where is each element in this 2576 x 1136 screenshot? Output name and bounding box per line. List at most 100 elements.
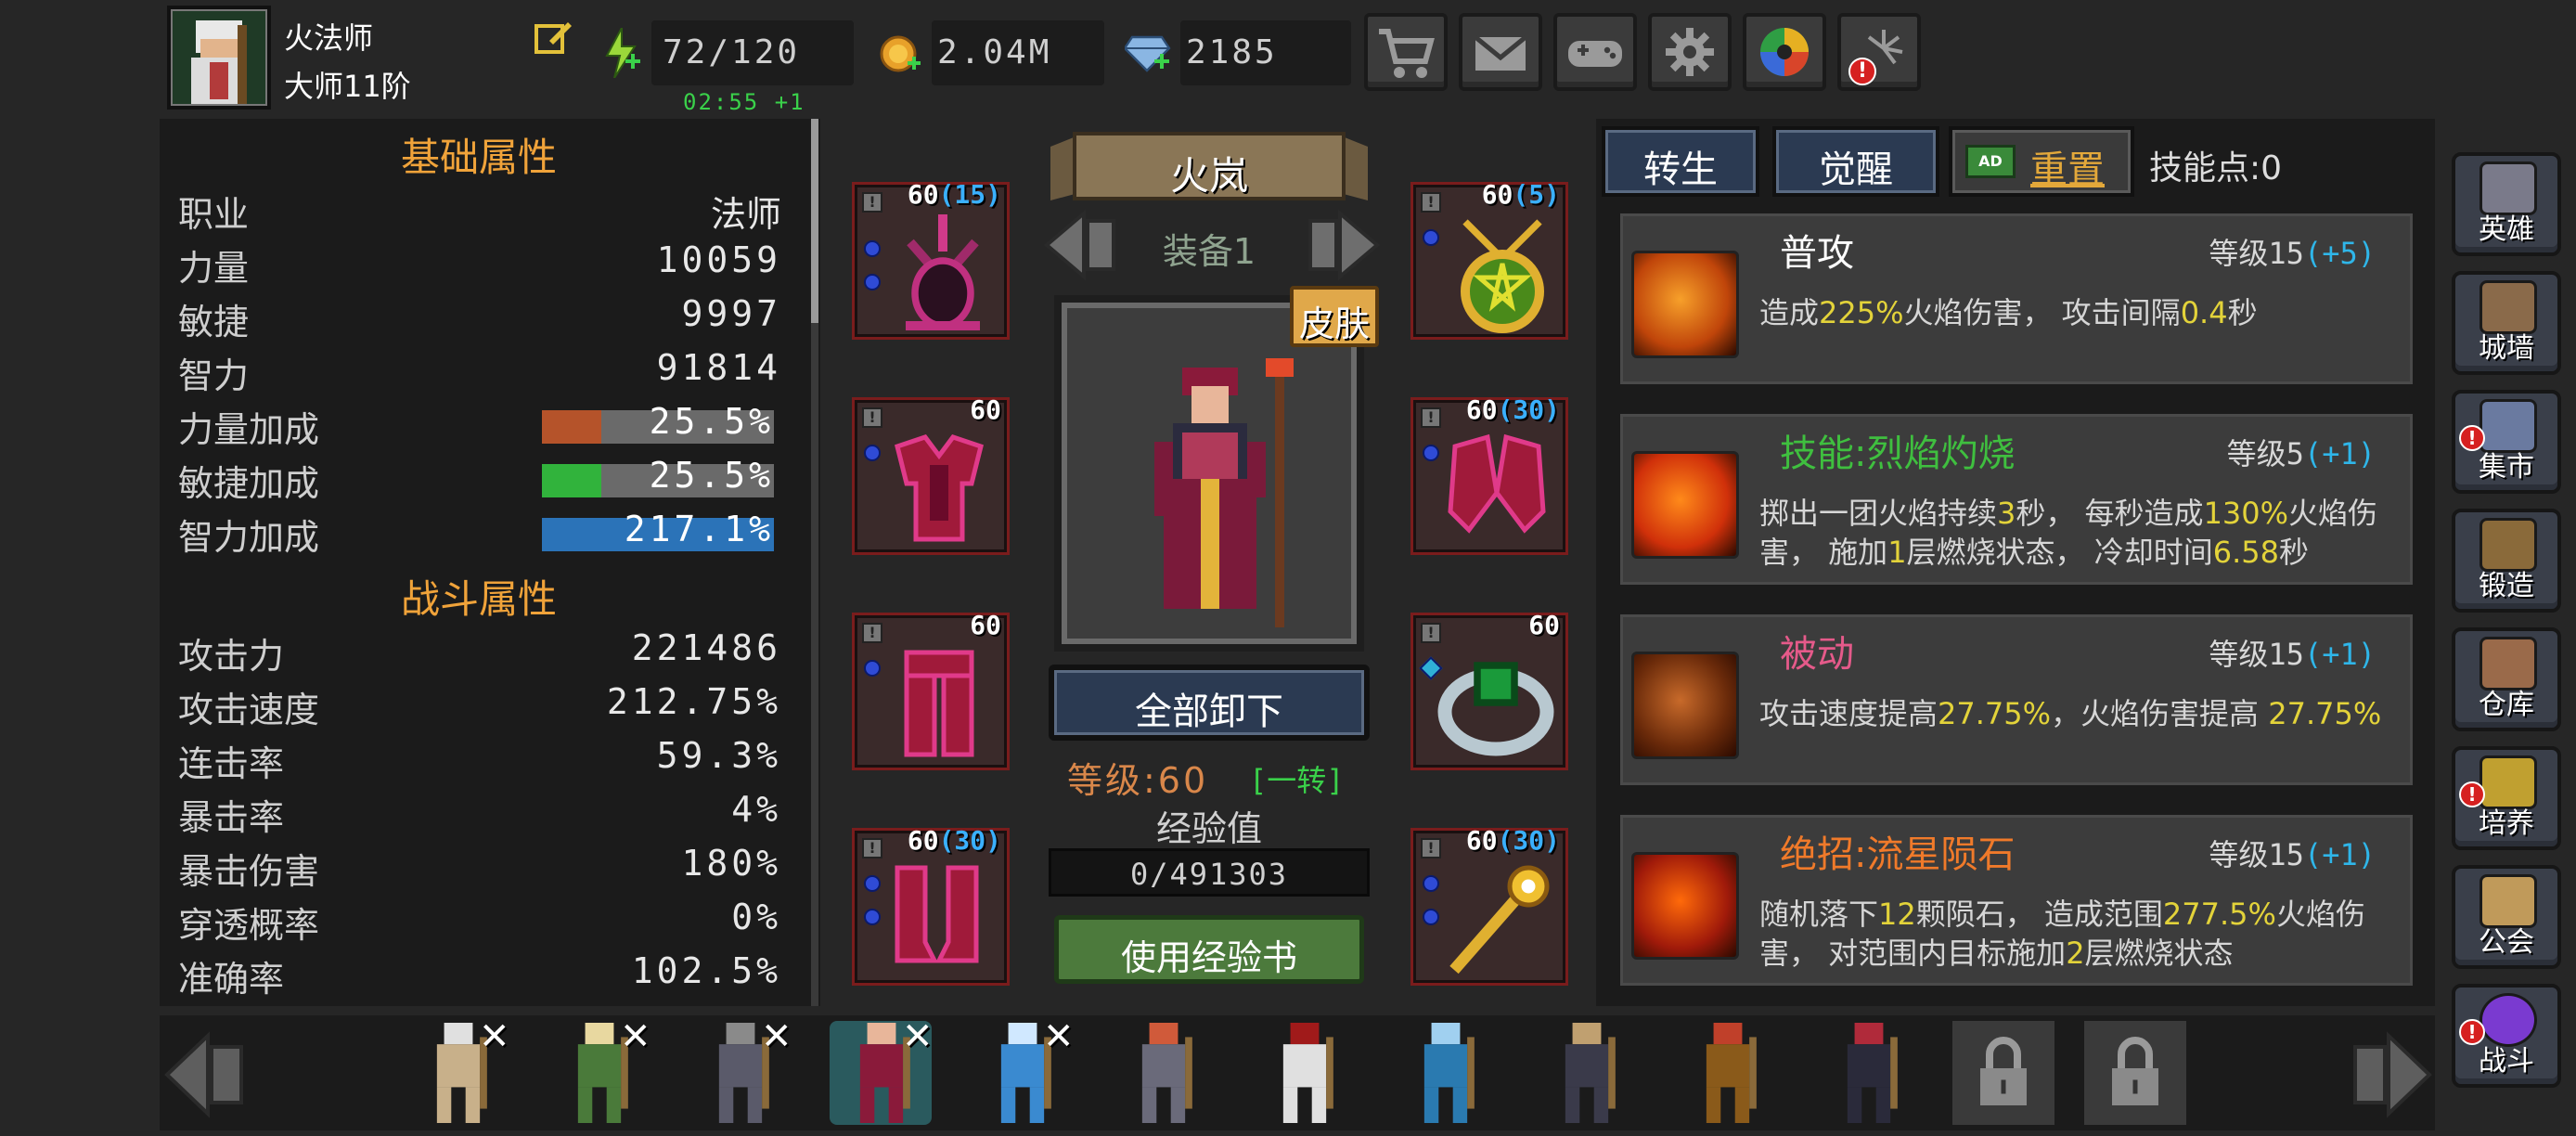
skill-card[interactable]: 技能:烈焰灼烧 等级5(+1) 掷出一团火焰持续3秒， 每秒造成130%火焰伤害， … (1615, 408, 2418, 590)
hero-portrait-frame (1054, 295, 1364, 652)
skill-desc-part: 攻击速度提高 (1759, 696, 1938, 731)
equip-slot-staff[interactable]: ! 60(30) (1410, 825, 1568, 986)
tab-awaken[interactable]: 觉醒 (1772, 126, 1939, 197)
roster-slot-locked[interactable] (2084, 1021, 2186, 1125)
edit-name-icon[interactable] (533, 19, 573, 56)
gem-socket-icon (864, 445, 881, 461)
slot-level: 60(30) (907, 825, 1001, 856)
gold-value: 2.04M (937, 33, 1052, 71)
stat-label: 力量加成 (178, 409, 320, 450)
prev-set-arrow-icon[interactable] (1043, 209, 1127, 281)
hero-name: 火岚 (1169, 153, 1248, 199)
stat-row: 敏捷 9997 (178, 293, 781, 345)
reset-button[interactable]: AD 重置 (1949, 126, 2134, 197)
roster-next-arrow-icon[interactable] (2340, 1028, 2433, 1121)
roster-hero[interactable] (1253, 1021, 1355, 1125)
next-set-arrow-icon[interactable] (1297, 209, 1381, 281)
lock-icon: ! (862, 192, 882, 213)
firework-button[interactable]: ! (1837, 13, 1921, 91)
player-name: 火法师 (284, 20, 374, 56)
skin-button[interactable]: 皮肤 (1290, 286, 1379, 347)
equip-slot-weapon[interactable]: ! 60(15) (852, 179, 1010, 340)
skin-label: 皮肤 (1298, 303, 1370, 344)
equip-slot-ring[interactable]: ! 60 (1410, 610, 1568, 770)
unequip-all-label: 全部卸下 (1135, 691, 1283, 733)
skill-description: 攻击速度提高27.75%，火焰伤害提高 27.75% (1759, 694, 2409, 733)
skill-name: 被动 (1780, 633, 1854, 676)
equip-set-label: 装备1 (1162, 231, 1256, 272)
side-menu-guild[interactable]: 公会 (2452, 865, 2561, 969)
shop-button[interactable] (1364, 13, 1448, 91)
diamond-icon (1123, 33, 1171, 72)
equip-slot-legs[interactable]: ! 60 (852, 610, 1010, 770)
gem-socket-icon (864, 274, 881, 290)
skill-desc-part: 0.4 (2180, 295, 2228, 330)
side-menu-helmet[interactable]: 英雄 (2452, 152, 2561, 256)
side-menu-storage[interactable]: 仓库 (2452, 627, 2561, 731)
stat-value: 102.5% (631, 950, 781, 991)
skill-card[interactable]: 普攻 等级15(+5) 造成225%火焰伤害， 攻击间隔0.4秒 (1615, 208, 2418, 390)
skill-card[interactable]: 绝招:流星陨石 等级15(+1) 随机落下12颗陨石， 造成范围277.5%火焰伤害… (1615, 809, 2418, 991)
side-menu-anvil[interactable]: 锻造 (2452, 509, 2561, 613)
skill-desc-part: 造成 (1759, 295, 1820, 330)
roster-hero[interactable] (1676, 1021, 1778, 1125)
hero-sprite-icon (1141, 1023, 1192, 1123)
roster-hero-selected[interactable]: ✕ (830, 1015, 934, 1125)
gear-icon (1666, 28, 1714, 76)
roster-prev-arrow-icon[interactable] (163, 1028, 256, 1121)
exp-label: 经验值 (1155, 808, 1262, 849)
side-menu-label: 公会 (2479, 926, 2534, 959)
gem-socket-icon (1423, 229, 1439, 246)
red-armor-icon (895, 434, 984, 542)
tab-awaken-label: 觉醒 (1819, 148, 1893, 191)
stat-label: 连击率 (178, 743, 285, 784)
hero-sprite-icon (1423, 1023, 1475, 1123)
gamepad-button[interactable] (1553, 13, 1637, 91)
roster-hero[interactable] (1817, 1021, 1919, 1125)
lock-icon: ! (1421, 623, 1441, 643)
side-menu-label: 英雄 (2479, 213, 2534, 246)
stat-value: 4% (731, 789, 781, 830)
skill-description: 造成225%火焰伤害， 攻击间隔0.4秒 (1759, 293, 2409, 332)
roster-hero[interactable]: ✕ (689, 1015, 792, 1125)
skill-desc-part: 27.75% (1938, 696, 2052, 731)
roster-hero[interactable]: ✕ (406, 1015, 510, 1125)
stat-value: 0% (731, 897, 781, 937)
skill-card[interactable]: 被动 等级15(+1) 攻击速度提高27.75%，火焰伤害提高 27.75% (1615, 609, 2418, 791)
rebirth-tag: [一转] (1249, 763, 1345, 798)
stat-value: 221486 (631, 627, 781, 668)
gem-socket-icon (864, 909, 881, 925)
stat-bonus-row: 敏捷加成 25.5% (178, 455, 781, 507)
equip-slot-armor[interactable]: ! 60 (852, 394, 1010, 555)
tab-rebirth[interactable]: 转生 (1602, 126, 1759, 197)
color-button[interactable] (1743, 13, 1826, 91)
side-menu-trophy[interactable]: ! 培养 (2452, 746, 2561, 850)
mail-button[interactable] (1459, 13, 1542, 91)
settings-button[interactable] (1648, 13, 1732, 91)
roster-hero[interactable]: ✕ (971, 1015, 1075, 1125)
player-avatar[interactable] (167, 6, 271, 110)
skill-level: 等级5(+1) (2226, 436, 2376, 471)
roster-hero[interactable]: ✕ (547, 1015, 651, 1125)
equip-slot-boots[interactable]: ! 60(30) (852, 825, 1010, 986)
stat-label: 敏捷加成 (178, 463, 320, 504)
stats-scrollbar[interactable] (811, 119, 818, 1006)
stat-bonus-fill (542, 464, 601, 497)
slot-level: 60 (970, 394, 1001, 425)
use-exp-book-button[interactable]: 使用经验书 (1054, 915, 1364, 984)
roster-slot-locked[interactable] (1952, 1021, 2054, 1125)
side-menu-castle-wall[interactable]: 城墙 (2452, 271, 2561, 375)
unequip-all-button[interactable]: 全部卸下 (1049, 665, 1370, 741)
equip-slot-gloves[interactable]: ! 60(30) (1410, 394, 1568, 555)
stat-label: 暴击率 (178, 797, 285, 838)
side-menu-portal[interactable]: ! 战斗 (2452, 984, 2561, 1088)
roster-hero[interactable] (1394, 1021, 1496, 1125)
skill-desc-part: 秒 (2227, 295, 2258, 330)
side-menu-market[interactable]: ! 集市 (2452, 390, 2561, 494)
roster-hero[interactable] (1112, 1021, 1214, 1125)
skill-desc-part: 层燃烧状态 (2084, 936, 2234, 971)
roster-hero[interactable] (1535, 1021, 1637, 1125)
skill-level: 等级15(+5) (2209, 236, 2376, 271)
stat-label: 力量 (178, 248, 250, 289)
equip-slot-amulet[interactable]: ! 60(5) (1410, 179, 1568, 340)
